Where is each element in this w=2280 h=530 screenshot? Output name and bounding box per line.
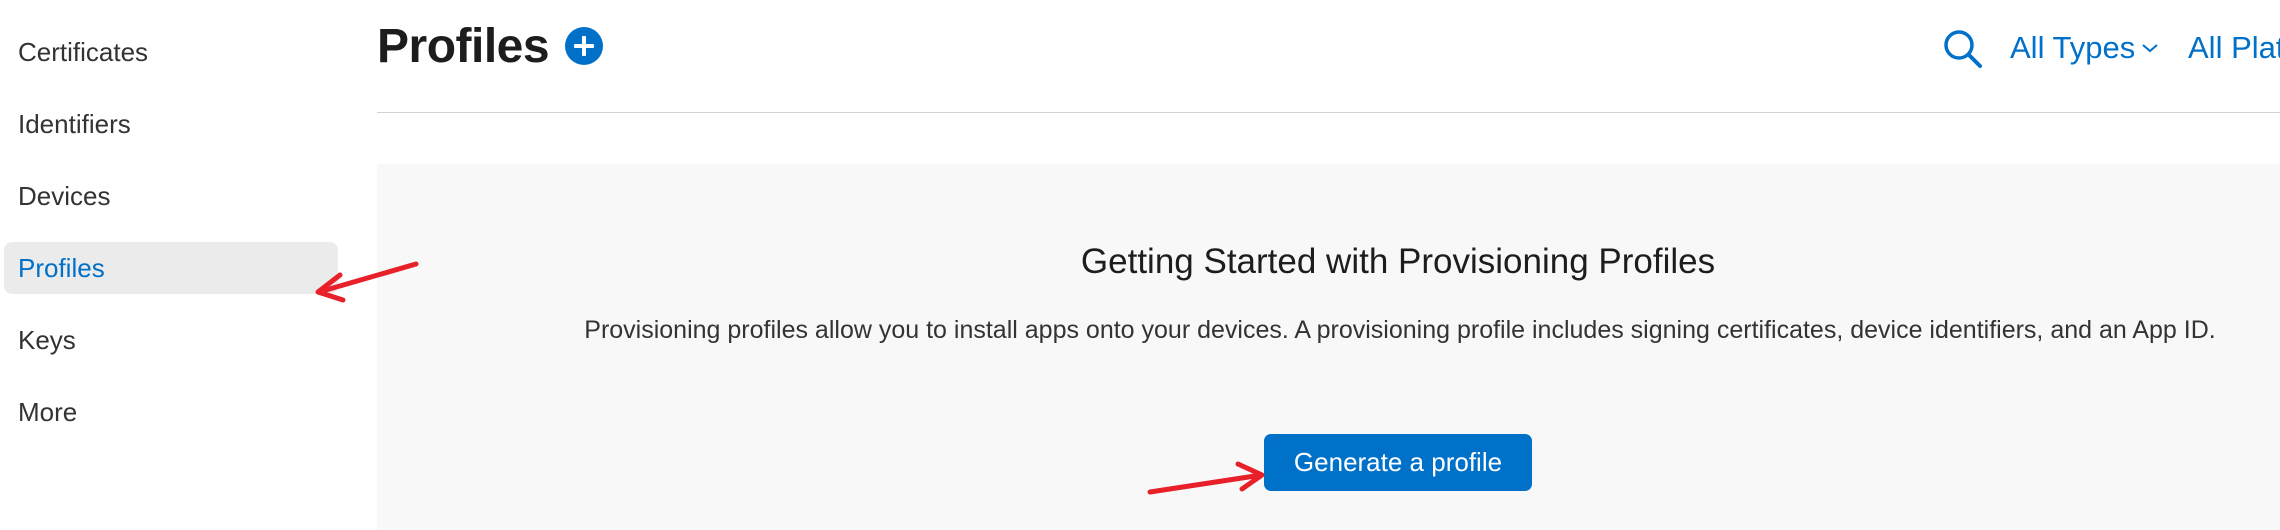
sidebar-item-label: Keys	[18, 324, 76, 355]
getting-started-description: Provisioning profiles allow you to insta…	[584, 316, 2216, 344]
types-filter-label: All Types	[2010, 30, 2136, 65]
developer-profiles-page: Certificates Identifiers Devices Profile…	[0, 0, 2280, 530]
platforms-filter-label: All Platf	[2188, 30, 2280, 65]
add-profile-button[interactable]	[565, 27, 603, 65]
chevron-down-icon	[2142, 44, 2158, 53]
sidebar-item-label: More	[18, 396, 78, 427]
search-icon	[1944, 30, 1982, 68]
sidebar-item-keys[interactable]: Keys	[4, 314, 338, 366]
sidebar-item-label: Devices	[18, 180, 111, 211]
sidebar-item-devices[interactable]: Devices	[4, 170, 338, 222]
sidebar-item-label: Identifiers	[18, 108, 131, 139]
sidebar: Certificates Identifiers Devices Profile…	[0, 0, 340, 530]
sidebar-item-label: Profiles	[18, 252, 105, 283]
getting-started-heading: Getting Started with Provisioning Profil…	[1080, 242, 1716, 281]
sidebar-item-certificates[interactable]: Certificates	[4, 26, 338, 78]
page-title: Profiles	[377, 20, 550, 73]
types-filter-dropdown[interactable]: All Types	[2010, 26, 2159, 70]
header-divider	[377, 112, 2280, 113]
sidebar-item-label: Certificates	[18, 36, 149, 67]
search-button[interactable]	[1942, 28, 1984, 70]
sidebar-item-identifiers[interactable]: Identifiers	[4, 98, 338, 150]
sidebar-item-more[interactable]: More	[4, 386, 338, 438]
generate-profile-button[interactable]: Generate a profile	[1264, 434, 1532, 491]
platforms-filter-dropdown[interactable]: All Platf	[2188, 26, 2280, 70]
plus-circle-icon	[574, 36, 594, 56]
sidebar-item-profiles[interactable]: Profiles	[4, 242, 338, 294]
